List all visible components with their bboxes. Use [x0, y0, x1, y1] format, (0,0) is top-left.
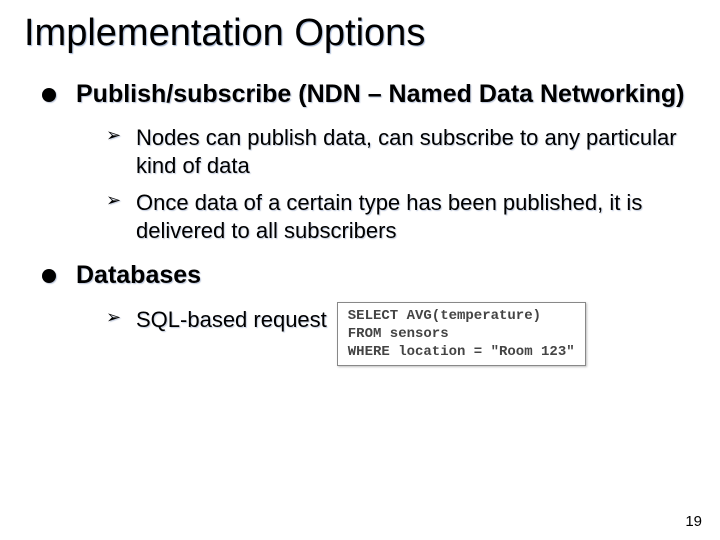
sql-line: SELECT AVG(temperature) [348, 308, 541, 324]
bullet-text: Publish/subscribe (NDN – Named Data Netw… [76, 80, 684, 108]
sql-line: FROM sensors [348, 326, 449, 342]
sub-bullet-list: Nodes can publish data, can subscribe to… [76, 124, 696, 244]
sql-code-box: SELECT AVG(temperature) FROM sensors WHE… [337, 302, 586, 367]
bullet-text: Databases [76, 261, 201, 289]
page-title: Implementation Options [24, 12, 696, 55]
sql-row: SQL-based request SELECT AVG(temperature… [136, 306, 696, 367]
sub-bullet-item: Once data of a certain type has been pub… [106, 189, 696, 244]
bullet-list: Publish/subscribe (NDN – Named Data Netw… [24, 79, 696, 366]
sub-bullet-list: SQL-based request SELECT AVG(temperature… [76, 306, 696, 367]
bullet-publish-subscribe: Publish/subscribe (NDN – Named Data Netw… [42, 79, 696, 244]
page-number: 19 [685, 513, 702, 530]
sub-bullet-label: SQL-based request [136, 306, 327, 334]
bullet-databases: Databases SQL-based request SELECT AVG(t… [42, 260, 696, 366]
sub-bullet-item: SQL-based request SELECT AVG(temperature… [106, 306, 696, 367]
slide: Implementation Options Publish/subscribe… [0, 0, 720, 540]
sql-line: WHERE location = "Room 123" [348, 344, 575, 360]
sub-bullet-item: Nodes can publish data, can subscribe to… [106, 124, 696, 179]
